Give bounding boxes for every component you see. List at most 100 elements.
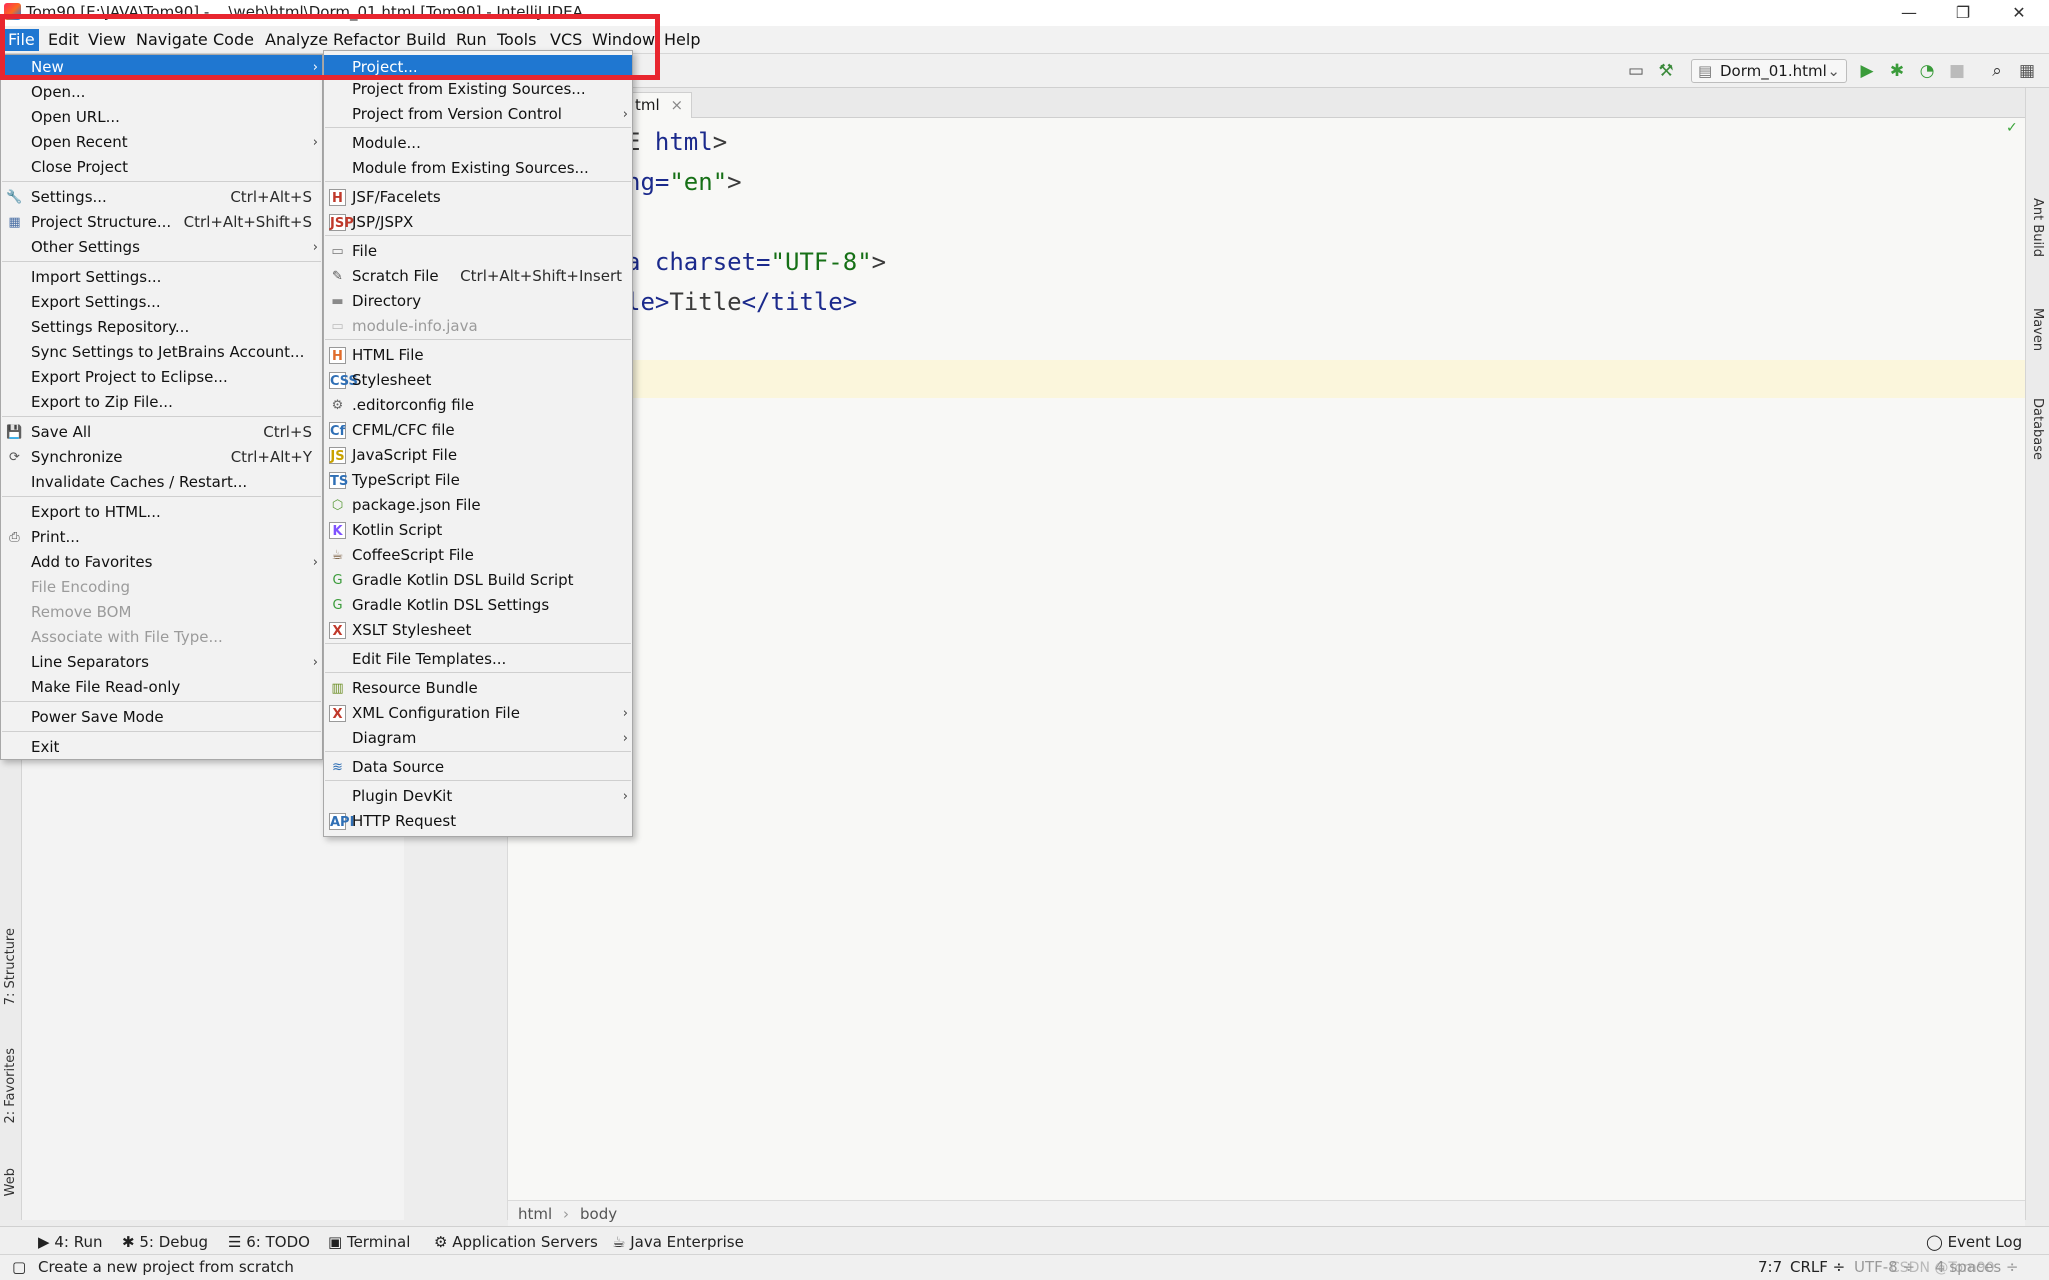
menu-item-scratch-file[interactable]: ✎ Scratch File Ctrl+Alt+Shift+Insert [324,264,632,289]
menu-item-gradle-kotlin-dsl-build-script[interactable]: G Gradle Kotlin DSL Build Script [324,568,632,593]
maven-tool-button[interactable]: Maven [2030,308,2045,351]
ant-build-tool-button[interactable]: Ant Build [2030,198,2045,257]
menu-item-plugin-devkit[interactable]: Plugin DevKit › [324,784,632,809]
menu-item-export-to-zip-file[interactable]: Export to Zip File... [1,390,322,415]
new-submenu: Project... Project from Existing Sources.… [323,50,633,837]
menu-item-typescript-file[interactable]: TS TypeScript File [324,468,632,493]
menu-item-open-recent[interactable]: Open Recent › [1,130,322,155]
run-config-select[interactable]: ▤ Dorm_01.html ⌄ [1691,59,1847,83]
debug-tool-button[interactable]: ✱ 5: Debug [122,1233,208,1251]
minimize-button[interactable]: — [1886,0,1932,26]
event-log-button[interactable]: ◯ Event Log [1926,1233,2022,1251]
menu-item-import-settings[interactable]: Import Settings... [1,265,322,290]
menu-item-project-from-version-control[interactable]: Project from Version Control › [324,102,632,127]
menu-item-power-save-mode[interactable]: Power Save Mode [1,705,322,730]
menu-item-make-file-read-only[interactable]: Make File Read-only [1,675,322,700]
cfml-file-icon: Cf [329,422,346,439]
menu-item-stylesheet[interactable]: CSS Stylesheet [324,368,632,393]
menu-item-label: Open... [31,83,86,101]
breadcrumb-body[interactable]: body [580,1205,617,1223]
menu-item-settings[interactable]: 🔧 Settings... Ctrl+Alt+S [1,185,322,210]
run-tool-button[interactable]: ▶ 4: Run [38,1233,102,1251]
menu-item-jsf-facelets[interactable]: H JSF/Facelets [324,185,632,210]
todo-tool-button[interactable]: ☰ 6: TODO [228,1233,310,1251]
app-servers-tool-button[interactable]: ⚙ Application Servers [434,1233,598,1251]
menu-item-directory[interactable]: ▬ Directory [324,289,632,314]
menu-item-exit[interactable]: Exit [1,735,322,760]
menu-item-label: Synchronize [31,448,123,466]
menu-help[interactable]: Help [660,29,704,51]
build-hammer-icon[interactable]: ⚒ [1655,60,1677,82]
menu-item-export-settings[interactable]: Export Settings... [1,290,322,315]
menu-item-label: CFML/CFC file [352,421,455,439]
menu-item-jsp-jspx[interactable]: JSP JSP/JSPX [324,210,632,235]
status-panel-icon[interactable]: ▢ [12,1258,26,1276]
menu-item-export-project-to-eclipse[interactable]: Export Project to Eclipse... [1,365,322,390]
coffeescript-file-icon: ☕ [331,548,344,563]
menu-item-coffeescript-file[interactable]: ☕ CoffeeScript File [324,543,632,568]
menu-item-line-separators[interactable]: Line Separators › [1,650,322,675]
menu-item-kotlin-script[interactable]: K Kotlin Script [324,518,632,543]
menu-item-export-to-html[interactable]: Export to HTML... [1,500,322,525]
breadcrumb-html[interactable]: html [518,1205,552,1223]
menu-item-xml-configuration-file[interactable]: X XML Configuration File › [324,701,632,726]
menu-item-cfml-cfc-file[interactable]: Cf CFML/CFC file [324,418,632,443]
menu-item-synchronize[interactable]: ⟳ Synchronize Ctrl+Alt+Y [1,445,322,470]
menu-item-module-from-existing-sources[interactable]: Module from Existing Sources... [324,156,632,181]
menu-item-label: package.json File [352,496,481,514]
menu-item-add-to-favorites[interactable]: Add to Favorites › [1,550,322,575]
caret-position[interactable]: 7:7 [1758,1258,1782,1276]
close-window-button[interactable]: ✕ [1996,0,2042,26]
code-line-2: ng="en"> [626,168,742,196]
coverage-icon[interactable]: ◔ [1916,60,1938,82]
menu-item-project-from-existing-sources[interactable]: Project from Existing Sources... [324,77,632,102]
web-tool-button[interactable]: Web [3,1168,18,1196]
menu-item-edit-file-templates[interactable]: Edit File Templates... [324,647,632,672]
menu-item-label: XSLT Stylesheet [352,621,472,639]
menu-item-invalidate-caches-restart[interactable]: Invalidate Caches / Restart... [1,470,322,495]
menu-item-shortcut: Ctrl+Alt+Y [230,448,312,466]
run-icon[interactable]: ▶ [1856,60,1878,82]
menu-item-print[interactable]: ⎙ Print... [1,525,322,550]
status-bar [0,1254,2049,1280]
menu-item-data-source[interactable]: ≋ Data Source [324,755,632,780]
menu-item-close-project[interactable]: Close Project [1,155,322,180]
menu-item-http-request[interactable]: API HTTP Request [324,809,632,834]
menu-item-sync-settings-to-jetbrains-account[interactable]: Sync Settings to JetBrains Account... [1,340,322,365]
menu-item-other-settings[interactable]: Other Settings › [1,235,322,260]
terminal-icon[interactable]: ▭ [1625,60,1647,82]
structure-tool-button[interactable]: 7: Structure [3,928,18,1005]
menu-item-settings-repository[interactable]: Settings Repository... [1,315,322,340]
project-structure-icon[interactable]: ▦ [2016,60,2038,82]
editor-tab-dorm-html[interactable]: tml × [626,92,693,118]
favorites-tool-button[interactable]: 2: Favorites [3,1048,18,1124]
terminal-tool-button[interactable]: ▣ Terminal [328,1233,410,1251]
line-separator[interactable]: CRLF ÷ [1790,1258,1845,1276]
menu-item-gradle-kotlin-dsl-settings[interactable]: G Gradle Kotlin DSL Settings [324,593,632,618]
debug-icon[interactable]: ✱ [1886,60,1908,82]
menu-item-project-structure[interactable]: ▦ Project Structure... Ctrl+Alt+Shift+S [1,210,322,235]
menu-item-open-url[interactable]: Open URL... [1,105,322,130]
close-tab-icon[interactable]: × [670,96,683,114]
menu-item-xslt-stylesheet[interactable]: X XSLT Stylesheet [324,618,632,643]
menu-item-diagram[interactable]: Diagram › [324,726,632,751]
html-file-icon: ▤ [1698,62,1713,80]
search-icon[interactable]: ⌕ [1986,60,2008,82]
menu-item-javascript-file[interactable]: JS JavaScript File [324,443,632,468]
run-tool-icon: ▶ [38,1233,50,1251]
java-enterprise-tool-button[interactable]: ☕ Java Enterprise [612,1233,744,1251]
menu-item-editorconfig-file[interactable]: ⚙ .editorconfig file [324,393,632,418]
menu-item-open[interactable]: Open... [1,80,322,105]
maximize-button[interactable]: ❐ [1940,0,1986,26]
menu-item-label: Invalidate Caches / Restart... [31,473,248,491]
menu-item-package-json-file[interactable]: ⬡ package.json File [324,493,632,518]
watermark: CSDN @Tom90 [1890,1260,1995,1276]
stop-icon[interactable]: ■ [1946,60,1968,82]
menu-item-module[interactable]: Module... [324,131,632,156]
menu-item-file[interactable]: ▭ File [324,239,632,264]
menu-item-html-file[interactable]: H HTML File [324,343,632,368]
menu-item-save-all[interactable]: 💾 Save All Ctrl+S [1,420,322,445]
wrench-icon: 🔧 [6,190,23,205]
database-tool-button[interactable]: Database [2030,398,2045,460]
menu-item-resource-bundle[interactable]: ▥ Resource Bundle [324,676,632,701]
